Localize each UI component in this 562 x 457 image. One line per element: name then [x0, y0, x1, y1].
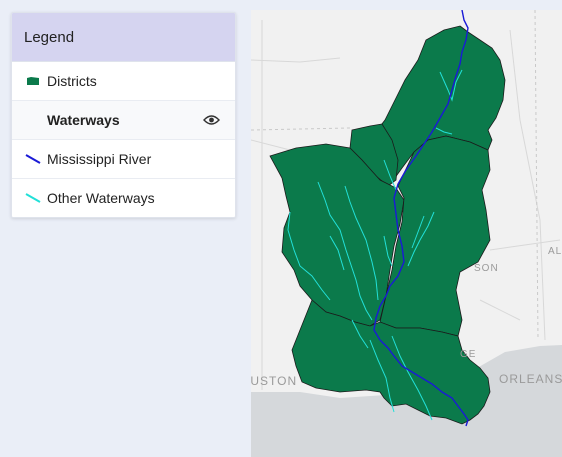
legend-item-other-waterways[interactable]: Other Waterways	[12, 179, 235, 217]
legend-group-waterways[interactable]: Waterways	[12, 101, 235, 140]
legend-group-label: Waterways	[47, 112, 120, 128]
legend-title: Legend	[12, 13, 235, 62]
waterway-line-icon	[25, 191, 41, 205]
legend-item-districts[interactable]: Districts	[12, 62, 235, 101]
legend-panel: Legend Districts Waterways Mississippi R…	[11, 12, 236, 218]
districts-polygon-icon	[25, 74, 41, 88]
map-label-alabama: AL	[548, 246, 562, 257]
map-canvas	[251, 10, 562, 457]
map-view[interactable]: OUSTON ORLEANS GE SON AL	[251, 10, 562, 457]
map-label-houston: OUSTON	[251, 374, 298, 388]
legend-item-label: Mississippi River	[47, 151, 152, 167]
legend-item-label: Districts	[47, 73, 97, 89]
legend-item-mississippi-river[interactable]: Mississippi River	[12, 140, 235, 179]
map-label-baton-rouge: GE	[460, 349, 477, 360]
map-label-new-orleans: ORLEANS	[499, 372, 562, 386]
eye-icon[interactable]	[203, 113, 220, 125]
map-label-jackson: SON	[474, 263, 499, 274]
mississippi-line-icon	[25, 152, 41, 166]
legend-item-label: Other Waterways	[47, 190, 155, 206]
